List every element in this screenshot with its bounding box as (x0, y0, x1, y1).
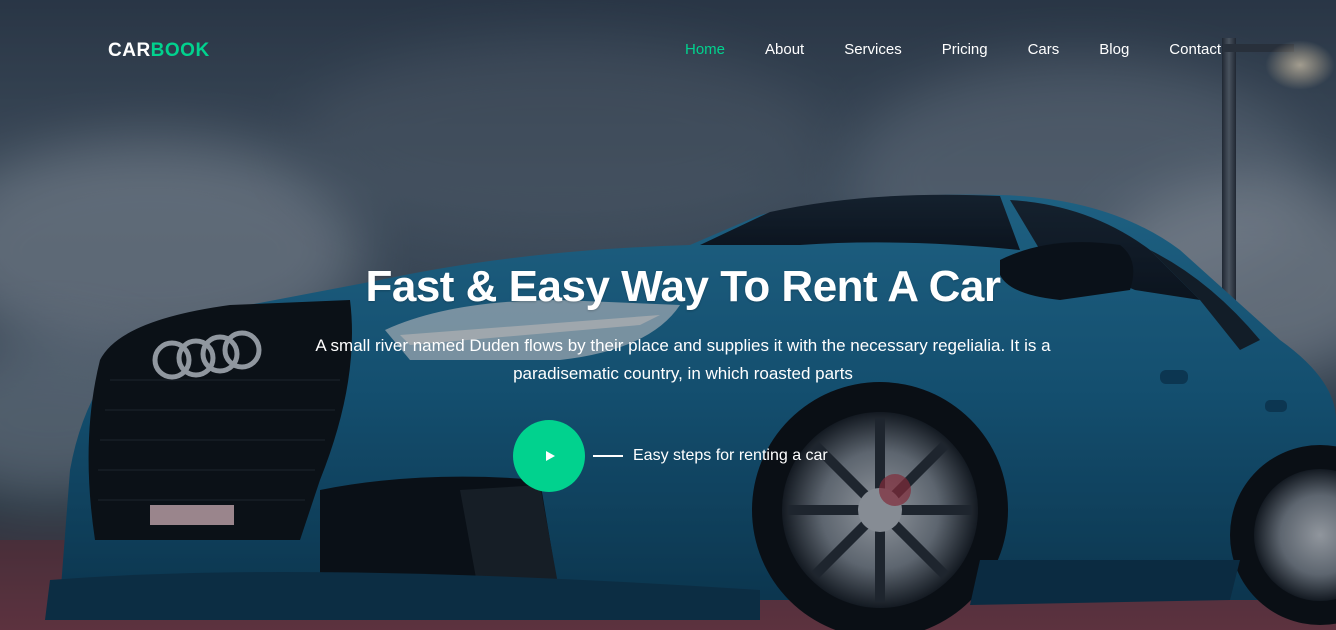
cta-row: Easy steps for renting a car (513, 420, 828, 492)
nav-item-pricing: Pricing (942, 41, 988, 59)
navbar: CARBOOK Home About Services Pricing Cars… (0, 0, 1336, 100)
play-video-button[interactable] (513, 420, 585, 492)
nav-link-about[interactable]: About (765, 41, 804, 58)
nav-link-services[interactable]: Services (844, 41, 902, 58)
nav-link-home[interactable]: Home (685, 41, 725, 58)
hero-section: CARBOOK Home About Services Pricing Cars… (0, 0, 1336, 630)
brand-name-part1: CAR (108, 40, 151, 61)
cta-divider-line (593, 455, 623, 457)
nav-item-blog: Blog (1099, 41, 1129, 59)
brand-name-part2: BOOK (150, 40, 210, 61)
nav-item-home: Home (685, 41, 725, 59)
nav-item-contact: Contact (1169, 41, 1221, 59)
easy-steps-link[interactable]: Easy steps for renting a car (633, 447, 828, 465)
nav-item-about: About (765, 41, 804, 59)
play-icon (546, 451, 555, 461)
nav-item-services: Services (844, 41, 902, 59)
hero-description: A small river named Duden flows by their… (315, 336, 1051, 383)
nav-item-cars: Cars (1028, 41, 1060, 59)
nav-menu: Home About Services Pricing Cars Blog Co… (645, 41, 1221, 59)
brand-logo[interactable]: CARBOOK (108, 40, 210, 62)
nav-link-blog[interactable]: Blog (1099, 41, 1129, 58)
hero-title: Fast & Easy Way To Rent A Car (365, 262, 1001, 311)
hero-content: Fast & Easy Way To Rent A Car A small ri… (0, 262, 1336, 388)
nav-link-pricing[interactable]: Pricing (942, 41, 988, 58)
nav-link-contact[interactable]: Contact (1169, 41, 1221, 58)
nav-link-cars[interactable]: Cars (1028, 41, 1060, 58)
